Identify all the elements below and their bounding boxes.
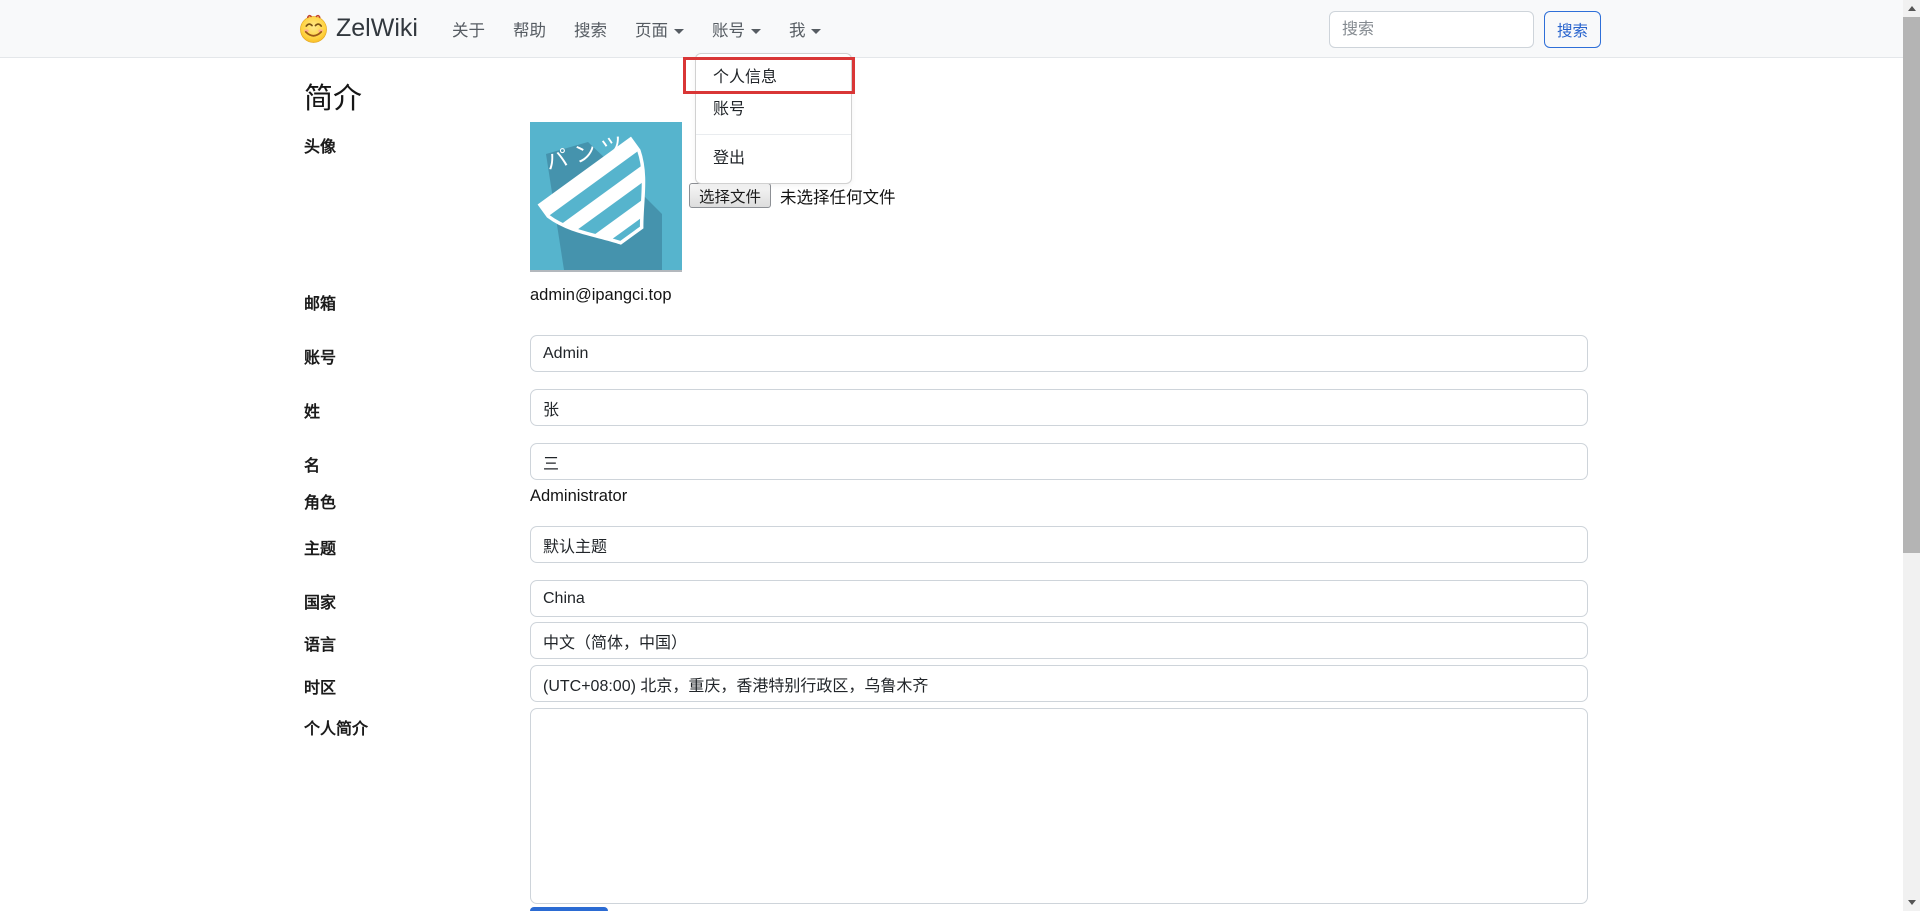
menu-item-account[interactable]: 账号 [696, 94, 851, 126]
country-input[interactable] [530, 580, 1588, 617]
theme-label: 主题 [304, 535, 336, 559]
menu-item-profile[interactable]: 个人信息 [696, 62, 851, 94]
vertical-scrollbar [1903, 0, 1920, 911]
timezone-label: 时区 [304, 674, 336, 698]
theme-input[interactable] [530, 526, 1588, 563]
language-input[interactable] [530, 622, 1588, 659]
page-title: 简介 [304, 75, 362, 117]
nav-item-help[interactable]: 帮助 [503, 9, 556, 49]
bio-textarea[interactable] [530, 708, 1588, 904]
nav-dropdown-account[interactable]: 账号 [702, 9, 771, 49]
brand-title: ZelWiki [336, 14, 418, 43]
caret-down-icon [751, 29, 761, 34]
navbar-search-form: 搜索 [1329, 11, 1601, 48]
lastname-label: 姓 [304, 398, 320, 422]
caret-down-icon [674, 29, 684, 34]
username-label: 账号 [304, 344, 336, 368]
email-value: admin@ipangci.top [530, 286, 672, 305]
timezone-input[interactable] [530, 665, 1588, 702]
avatar-file-input: 选择文件 未选择任何文件 [689, 183, 896, 208]
navbar-search-input[interactable] [1329, 11, 1534, 48]
save-button-partial[interactable] [530, 907, 608, 911]
nav-dropdown-pages[interactable]: 页面 [625, 9, 694, 49]
avatar-image: パンツ [530, 122, 682, 272]
nav-dropdown-me[interactable]: 我 [779, 9, 832, 49]
lastname-input[interactable] [530, 389, 1588, 426]
firstname-label: 名 [304, 452, 320, 476]
top-navbar: ZelWiki 关于 帮助 搜索 页面 账号 我 搜索 [0, 0, 1920, 58]
role-value: Administrator [530, 487, 627, 506]
browser-page: ZelWiki 关于 帮助 搜索 页面 账号 我 搜索 个人信息 账号 登出 简… [0, 0, 1920, 911]
nav-item-about[interactable]: 关于 [442, 9, 495, 49]
choose-file-button[interactable]: 选择文件 [689, 183, 771, 208]
firstname-input[interactable] [530, 443, 1588, 480]
smiley-face-logo-icon [298, 13, 329, 44]
username-input[interactable] [530, 335, 1588, 372]
country-label: 国家 [304, 589, 336, 613]
menu-item-logout[interactable]: 登出 [696, 143, 851, 175]
scrollbar-down-button[interactable] [1903, 894, 1920, 911]
scrollbar-thumb[interactable] [1903, 17, 1920, 553]
arrow-down-icon [1908, 900, 1916, 905]
scrollbar-up-button[interactable] [1903, 0, 1920, 17]
user-dropdown-menu: 个人信息 账号 登出 [695, 53, 852, 184]
email-label: 邮箱 [304, 290, 336, 314]
avatar-label: 头像 [304, 133, 336, 157]
file-status-text: 未选择任何文件 [780, 184, 896, 208]
nav-item-search[interactable]: 搜索 [564, 9, 617, 49]
navbar-search-button[interactable]: 搜索 [1544, 11, 1601, 48]
arrow-up-icon [1908, 6, 1916, 11]
role-label: 角色 [304, 489, 336, 513]
language-label: 语言 [304, 631, 336, 655]
menu-divider [696, 134, 851, 135]
caret-down-icon [811, 29, 821, 34]
brand-link[interactable]: ZelWiki [298, 13, 418, 44]
bio-label: 个人简介 [304, 715, 368, 739]
